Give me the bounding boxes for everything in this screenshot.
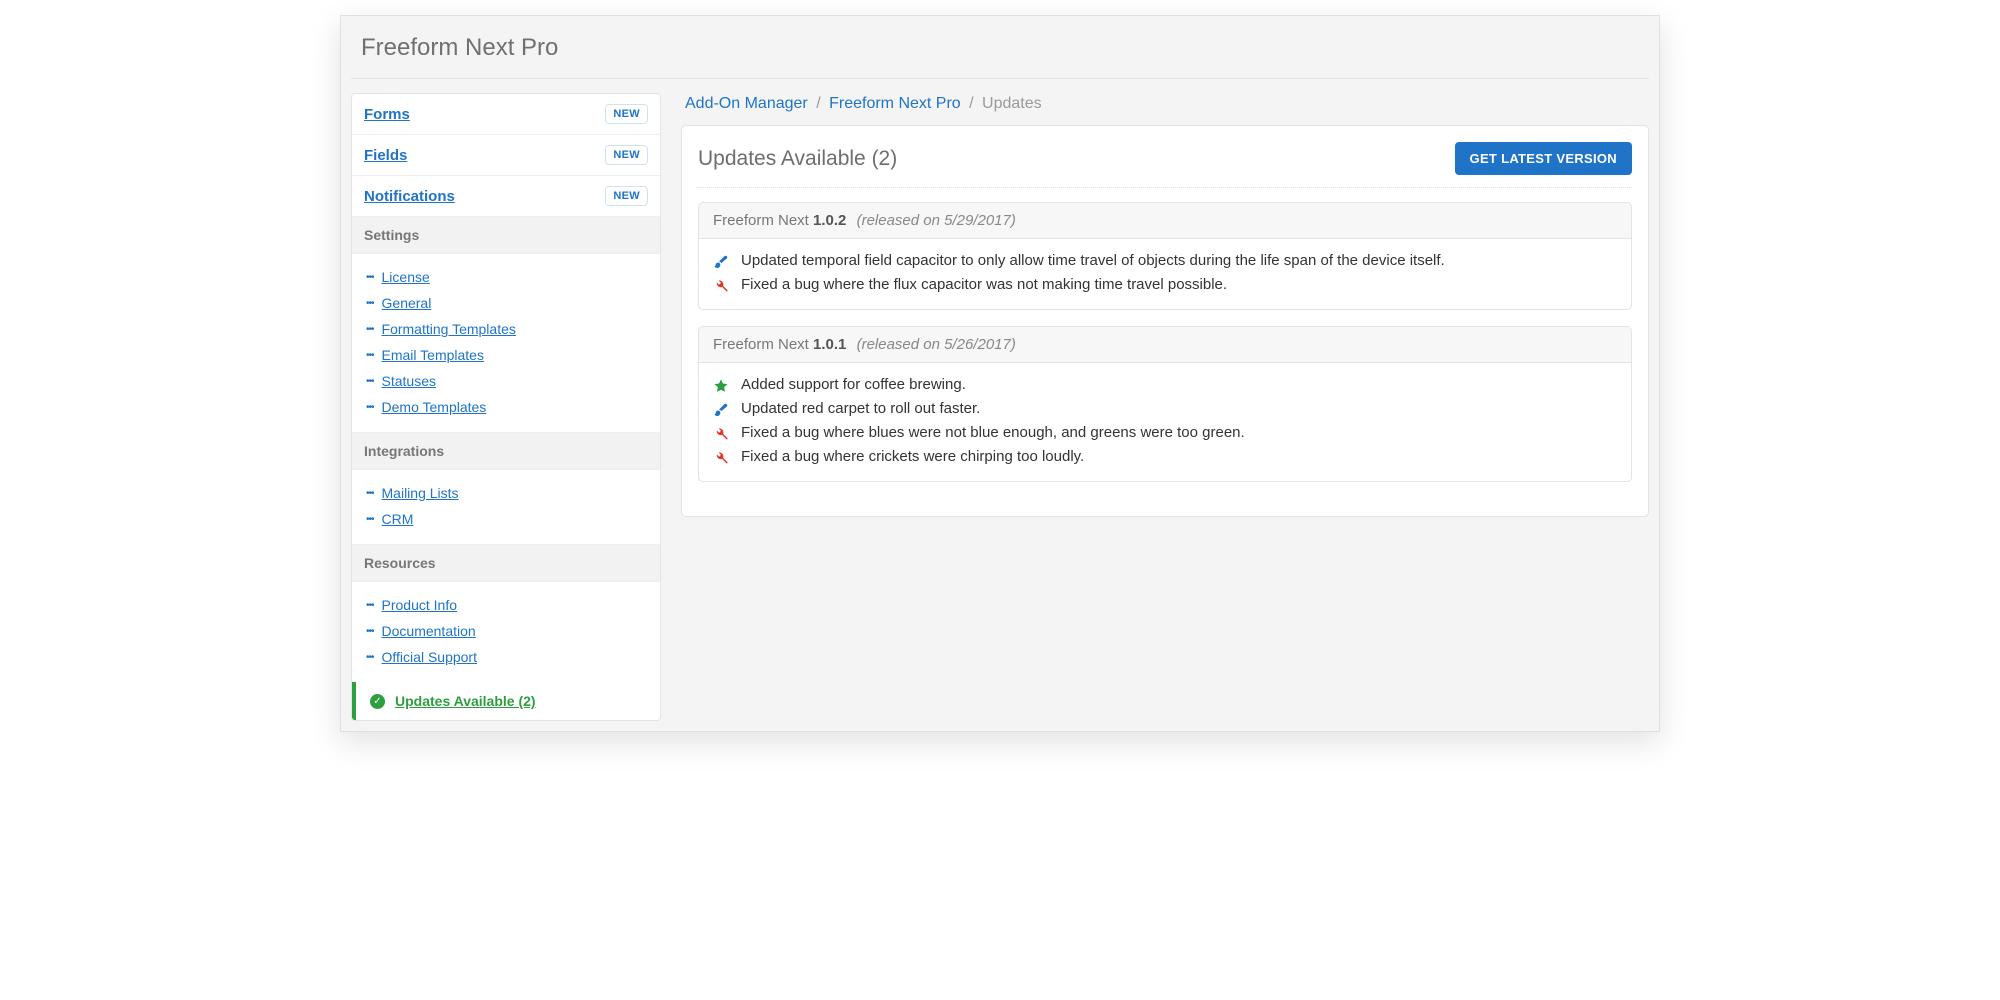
bullet-icon: •••: [366, 514, 374, 525]
updates-panel: Updates Available (2) GET LATEST VERSION…: [681, 125, 1649, 517]
check-circle-icon: ✓: [370, 694, 385, 709]
sidebar-item-mailing-lists[interactable]: ••• Mailing Lists: [352, 480, 660, 506]
main: Add-On Manager / Freeform Next Pro / Upd…: [681, 93, 1649, 517]
update-head: Freeform Next 1.0.1 (released on 5/26/20…: [699, 327, 1631, 363]
bullet-icon: •••: [366, 298, 374, 309]
sidebar-item-statuses[interactable]: ••• Statuses: [352, 368, 660, 394]
release-note-text: Fixed a bug where crickets were chirping…: [741, 448, 1084, 465]
sidebar-item-official-support[interactable]: ••• Official Support: [352, 644, 660, 670]
bullet-icon: •••: [366, 272, 374, 283]
changed-icon: [713, 402, 729, 418]
sidebar: Forms NEW Fields NEW Notifications NEW Settin…: [351, 93, 661, 721]
release-note-text: Updated temporal field capacitor to only…: [741, 252, 1445, 269]
sidebar-item-license[interactable]: ••• License: [352, 264, 660, 290]
sidebar-item-label[interactable]: Documentation: [382, 623, 476, 639]
sidebar-section-resources: Resources: [352, 545, 660, 582]
new-badge[interactable]: NEW: [605, 186, 648, 206]
bullet-icon: •••: [366, 652, 374, 663]
bullet-icon: •••: [366, 350, 374, 361]
update-date: (released on 5/26/2017): [852, 336, 1015, 353]
sidebar-item-notifications[interactable]: Notifications NEW: [352, 176, 660, 217]
update-date: (released on 5/29/2017): [852, 212, 1015, 229]
sidebar-item-fields[interactable]: Fields NEW: [352, 135, 660, 176]
sidebar-item-updates-available[interactable]: ✓ Updates Available (2): [352, 682, 660, 720]
release-note-text: Fixed a bug where the flux capacitor was…: [741, 276, 1227, 293]
sidebar-item-formatting-templates[interactable]: ••• Formatting Templates: [352, 316, 660, 342]
fixed-icon: [713, 426, 729, 442]
sidebar-item-label[interactable]: Formatting Templates: [382, 321, 516, 337]
new-badge[interactable]: NEW: [605, 104, 648, 124]
release-note: Fixed a bug where blues were not blue en…: [713, 421, 1617, 445]
release-note-text: Added support for coffee brewing.: [741, 376, 966, 393]
sidebar-item-label[interactable]: Email Templates: [382, 347, 484, 363]
sidebar-item-label[interactable]: Statuses: [382, 373, 436, 389]
sidebar-section-settings: Settings: [352, 217, 660, 254]
release-note: Updated red carpet to roll out faster.: [713, 397, 1617, 421]
panel-head: Updates Available (2) GET LATEST VERSION: [698, 142, 1632, 188]
breadcrumb-sep: /: [812, 95, 824, 112]
update-box: Freeform Next 1.0.2 (released on 5/29/20…: [698, 202, 1632, 310]
breadcrumb-addon-manager[interactable]: Add-On Manager: [685, 95, 808, 112]
sidebar-item-demo-templates[interactable]: ••• Demo Templates: [352, 394, 660, 420]
sidebar-active-label[interactable]: Updates Available (2): [395, 693, 536, 709]
bullet-icon: •••: [366, 600, 374, 611]
update-box: Freeform Next 1.0.1 (released on 5/26/20…: [698, 326, 1632, 482]
panel-title: Updates Available (2): [698, 147, 897, 171]
get-latest-version-button[interactable]: GET LATEST VERSION: [1455, 142, 1632, 175]
bullet-icon: •••: [366, 626, 374, 637]
sidebar-item-documentation[interactable]: ••• Documentation: [352, 618, 660, 644]
app-frame: Freeform Next Pro FormsNEWFieldsNEWNotif…: [340, 15, 1660, 732]
breadcrumb: Add-On Manager / Freeform Next Pro / Upd…: [681, 93, 1649, 125]
update-body: Added support for coffee brewing. Updated…: [699, 363, 1631, 481]
release-note-text: Updated red carpet to roll out faster.: [741, 400, 980, 417]
breadcrumb-current: Updates: [982, 95, 1042, 112]
release-note: Fixed a bug where crickets were chirping…: [713, 445, 1617, 469]
sidebar-sublist: ••• Mailing Lists ••• CRM: [352, 470, 660, 545]
bullet-icon: •••: [366, 402, 374, 413]
sidebar-item-crm[interactable]: ••• CRM: [352, 506, 660, 532]
release-note-text: Fixed a bug where blues were not blue en…: [741, 424, 1245, 441]
sidebar-item-product-info[interactable]: ••• Product Info: [352, 592, 660, 618]
sidebar-item-label[interactable]: Demo Templates: [382, 399, 487, 415]
added-icon: [713, 378, 729, 394]
update-version: 1.0.2: [813, 212, 846, 229]
breadcrumb-sep: /: [965, 95, 977, 112]
sidebar-item-label[interactable]: Product Info: [382, 597, 458, 613]
breadcrumb-freeform-next-pro[interactable]: Freeform Next Pro: [829, 95, 961, 112]
body-row: Forms NEW Fields NEW Notifications NEW Settin…: [341, 79, 1659, 731]
sidebar-item-label[interactable]: CRM: [382, 511, 414, 527]
fixed-icon: [713, 450, 729, 466]
new-badge[interactable]: NEW: [605, 145, 648, 165]
sidebar-item-label[interactable]: Forms: [364, 106, 410, 123]
sidebar-section-integrations: Integrations: [352, 433, 660, 470]
update-product: Freeform Next: [713, 212, 813, 229]
sidebar-item-general[interactable]: ••• General: [352, 290, 660, 316]
sidebar-sublist: ••• License ••• General ••• Formatting Templa…: [352, 254, 660, 433]
sidebar-item-label[interactable]: General: [382, 295, 432, 311]
release-note: Updated temporal field capacitor to only…: [713, 249, 1617, 273]
bullet-icon: •••: [366, 324, 374, 335]
update-product: Freeform Next: [713, 336, 813, 353]
bullet-icon: •••: [366, 488, 374, 499]
changed-icon: [713, 254, 729, 270]
sidebar-item-label[interactable]: Fields: [364, 147, 407, 164]
sidebar-item-forms[interactable]: Forms NEW: [352, 94, 660, 135]
sidebar-item-label[interactable]: Mailing Lists: [382, 485, 459, 501]
bullet-icon: •••: [366, 376, 374, 387]
sidebar-item-label[interactable]: Notifications: [364, 188, 455, 205]
release-note: Added support for coffee brewing.: [713, 373, 1617, 397]
update-body: Updated temporal field capacitor to only…: [699, 239, 1631, 309]
sidebar-item-email-templates[interactable]: ••• Email Templates: [352, 342, 660, 368]
fixed-icon: [713, 278, 729, 294]
page-title: Freeform Next Pro: [341, 16, 1659, 78]
sidebar-sublist: ••• Product Info ••• Documentation ••• Offici…: [352, 582, 660, 682]
update-version: 1.0.1: [813, 336, 846, 353]
update-head: Freeform Next 1.0.2 (released on 5/29/20…: [699, 203, 1631, 239]
sidebar-item-label[interactable]: Official Support: [382, 649, 477, 665]
sidebar-item-label[interactable]: License: [382, 269, 430, 285]
release-note: Fixed a bug where the flux capacitor was…: [713, 273, 1617, 297]
